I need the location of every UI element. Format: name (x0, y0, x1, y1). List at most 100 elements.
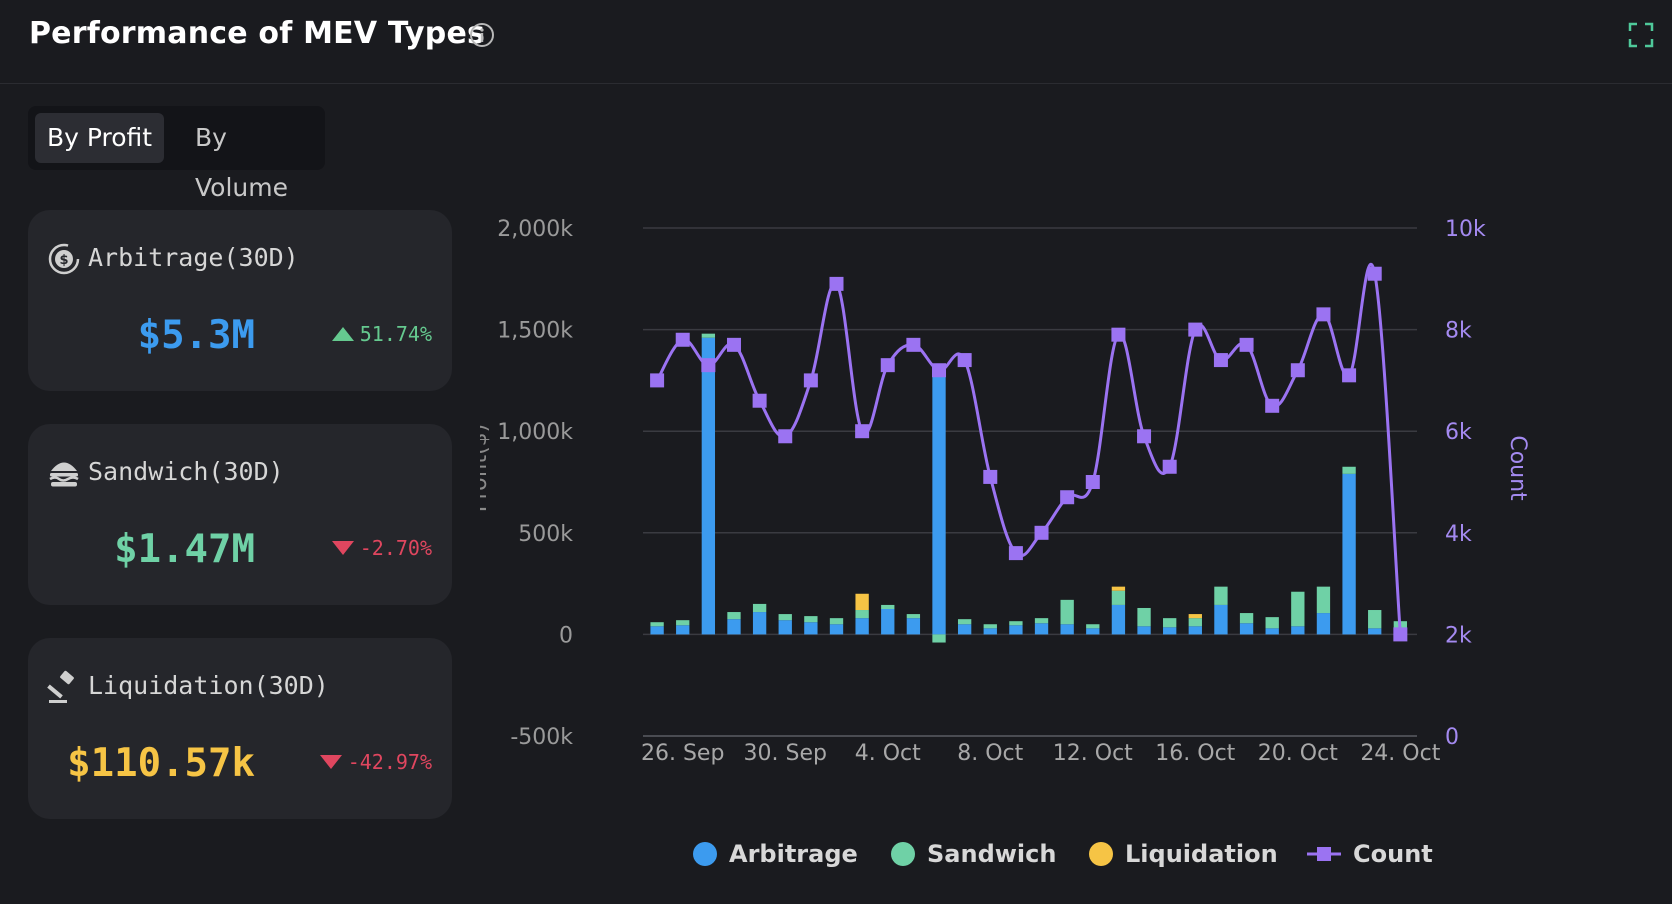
bar-sandwich (1188, 618, 1202, 627)
count-line (655, 262, 1402, 635)
count-point (1008, 546, 1023, 561)
legend-dot (891, 842, 915, 866)
liquidation-card: Liquidation(30D) $110.57k -42.97% (28, 638, 452, 819)
bar-sandwich (1137, 607, 1151, 627)
arrow-down-icon (319, 755, 342, 769)
bar-arbitrage (881, 609, 895, 635)
count-point (1290, 363, 1305, 378)
legend-dot (1089, 842, 1113, 866)
bar-arbitrage (1239, 623, 1254, 635)
x-tick-label: 12. Oct (1053, 741, 1133, 766)
y-tick-label: -500k (510, 725, 573, 750)
card-value: $110.57k (67, 741, 255, 786)
count-point (1316, 307, 1331, 322)
dollar-cycle-icon: $ (48, 243, 80, 275)
y-tick-label: 0 (559, 623, 573, 648)
y2-tick-label: 4k (1445, 522, 1472, 547)
bar-sandwich (1265, 617, 1279, 629)
card-label: Liquidation(30D) (88, 671, 329, 700)
bar-arbitrage (906, 618, 921, 635)
x-tick-label: 4. Oct (855, 741, 921, 766)
count-point (957, 353, 972, 368)
bar-arbitrage (676, 625, 690, 635)
bar-sandwich (752, 603, 767, 613)
count-point (1162, 459, 1177, 474)
card-value: $5.3M (137, 313, 255, 358)
bar-arbitrage (727, 619, 741, 635)
info-circle-icon[interactable] (469, 22, 495, 48)
bar-sandwich (778, 614, 792, 621)
bar-sandwich (855, 610, 869, 619)
bar-arbitrage (1214, 604, 1228, 635)
legend-arbitrage[interactable]: Arbitrage (693, 840, 858, 868)
y-tick-label: 1,500k (497, 319, 573, 344)
legend-label: Arbitrage (729, 840, 858, 868)
bar-sandwich (804, 616, 818, 623)
legend-liquidation[interactable]: Liquidation (1089, 840, 1278, 868)
count-point (983, 469, 998, 484)
line-square-icon (1307, 847, 1341, 861)
count-point (1213, 353, 1228, 368)
legend-label: Liquidation (1125, 840, 1278, 868)
change-value: -42.97% (347, 750, 432, 774)
x-tick-label: 26. Sep (641, 741, 724, 766)
count-point (803, 373, 818, 388)
arbitrage-card: $ Arbitrage(30D) $5.3M 51.74% (28, 210, 452, 391)
bar-sandwich (1163, 618, 1177, 628)
x-tick-label: 20. Oct (1258, 741, 1338, 766)
bar-sandwich (1316, 586, 1331, 614)
bar-arbitrage (1137, 626, 1151, 635)
chart-canvas: 2,000k 1,500k 1,000k 500k 0 -500k 10k 8k 6k 4k 2k 0… (480, 217, 1530, 766)
count-point (675, 332, 690, 347)
count-point (1137, 429, 1152, 444)
chart-header: Performance of MEV Types (0, 0, 1672, 84)
change-indicator: 51.74% (331, 322, 432, 346)
legend-count[interactable]: Count (1307, 840, 1433, 868)
y-tick-label: 500k (518, 522, 573, 547)
count-point (1265, 398, 1280, 413)
legend-label: Count (1353, 840, 1433, 868)
expand-icon[interactable] (1628, 22, 1654, 48)
bar-arbitrage (1009, 625, 1023, 635)
change-value: -2.70% (359, 536, 432, 560)
bar-arbitrage (1111, 604, 1126, 635)
count-point (906, 337, 921, 352)
bar-sandwich (1368, 610, 1382, 629)
bar-sandwich (829, 618, 844, 625)
bar-arbitrage (1086, 628, 1100, 635)
bar-sandwich (932, 634, 946, 643)
x-tick-label: 8. Oct (957, 741, 1023, 766)
count-point (1034, 525, 1049, 540)
legend-label: Sandwich (927, 840, 1057, 868)
mev-chart: 2,000k 1,500k 1,000k 500k 0 -500k 10k 8k 6k 4k 2k 0… (480, 190, 1672, 904)
y2-tick-label: 10k (1445, 217, 1486, 242)
y-tick-label: 2,000k (497, 217, 573, 242)
bar-sandwich (1291, 591, 1305, 627)
count-point (932, 363, 947, 378)
tab-by-volume[interactable]: By Volume (183, 113, 325, 202)
bar-sandwich (1342, 466, 1356, 474)
bar-arbitrage (957, 624, 972, 635)
count-point (1111, 327, 1126, 342)
count-point (1060, 490, 1075, 505)
change-indicator: -42.97% (319, 750, 432, 774)
tab-by-profit[interactable]: By Profit (35, 113, 165, 163)
legend-sandwich[interactable]: Sandwich (891, 840, 1056, 868)
svg-text:$: $ (59, 253, 68, 268)
bar-arbitrage (1342, 473, 1356, 635)
bar-arbitrage (932, 370, 946, 635)
count-point (1367, 266, 1382, 281)
bar-liquidation (1111, 586, 1126, 591)
bar-arbitrage (855, 618, 869, 635)
page-title: Performance of MEV Types (29, 16, 486, 51)
card-label: Arbitrage(30D) (88, 243, 299, 272)
bar-arbitrage (701, 337, 716, 635)
bar-arbitrage (1316, 613, 1331, 635)
bar-sandwich (906, 614, 921, 619)
y-tick-label: 1,000k (497, 420, 573, 445)
bar-sandwich (1060, 599, 1074, 625)
count-point (855, 424, 870, 439)
bar-sandwich (881, 604, 895, 609)
y2-tick-label: 0 (1445, 725, 1459, 750)
bar-liquidation (855, 593, 869, 611)
